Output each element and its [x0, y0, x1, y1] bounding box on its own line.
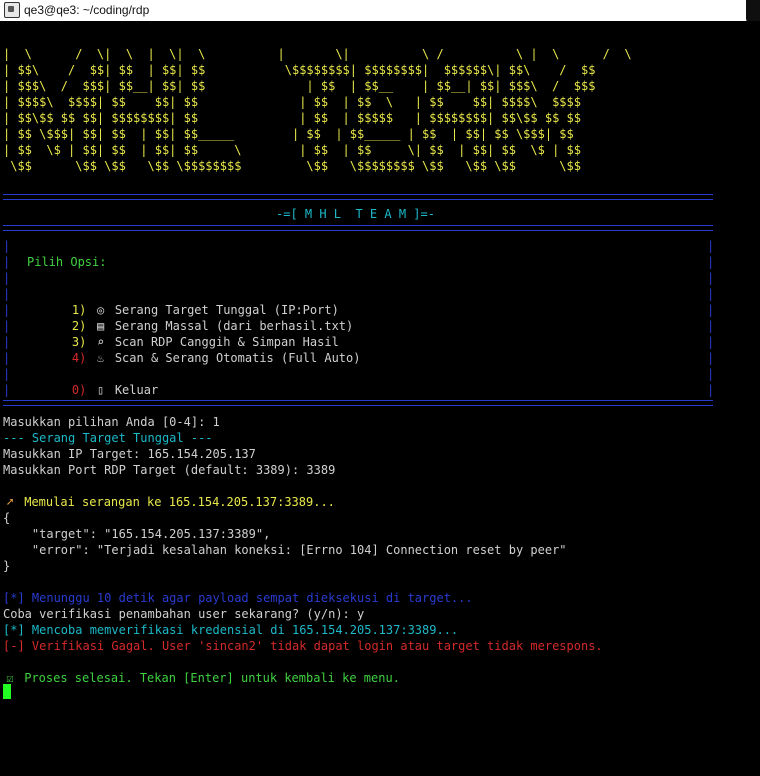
- json-close: }: [3, 559, 11, 573]
- menu-heading: Pilih Opsi:: [27, 255, 107, 269]
- banner-line: | $$ \$$$| $$| $$ | $$| $$_____ | $$ | $…: [3, 127, 574, 141]
- window-title: qe3@qe3: ~/coding/rdp: [24, 3, 150, 17]
- terminal-cursor: [3, 684, 11, 699]
- terminal-app-icon: [4, 2, 20, 18]
- banner-line: | $$$$\ $$$$| $$ $$| $$ | $$ | $$ \ | $$…: [3, 95, 581, 109]
- divider: [3, 400, 713, 406]
- menu-item[interactable]: 0) ▯ Keluar: [43, 366, 158, 414]
- divider: [3, 225, 713, 231]
- banner-line: | $$\ / $$| $$ | $$| $$ \$$$$$$$$| $$$$$…: [3, 63, 596, 77]
- exit-door-icon: ▯: [96, 383, 105, 397]
- section-header: --- Serang Target Tunggal ---: [3, 431, 213, 445]
- done-line: ☑ Proses selesai. Tekan [Enter] untuk ke…: [3, 670, 400, 686]
- menu-item-label: Scan & Serang Otomatis (Full Auto): [114, 351, 361, 365]
- banner-line: \$$ \$$ \$$ \$$ \$$$$$$$$ \$$ \$$$$$$$$ …: [3, 159, 581, 173]
- json-error: "error": "Terjadi kesalahan koneksi: [Er…: [3, 543, 567, 557]
- banner-line: | $$\$$ $$ $$| $$$$$$$$| $$ | $$ | $$$$$…: [3, 111, 581, 125]
- done-text: Proses selesai. Tekan [Enter] untuk kemb…: [24, 671, 400, 685]
- banner-line: | $$$\ / $$$| $$__| $$| $$ | $$ | $$__ |…: [3, 79, 596, 93]
- attack-start-line: ➚ Memulai serangan ke 165.154.205.137:33…: [3, 494, 335, 510]
- banner-line: | \ / \| \ | \| \ | \| \ / \ | \ / \: [3, 47, 632, 61]
- menu-item-number: 0): [71, 383, 87, 397]
- box-left-border: | | | | | | | | | |: [3, 239, 11, 397]
- rocket-icon: ➚: [6, 495, 14, 509]
- terminal-output[interactable]: | \ / \| \ | \| \ | \| \ / \ | \ / \ | $…: [0, 21, 760, 776]
- ip-prompt: Masukkan IP Target: 165.154.205.137: [3, 447, 256, 461]
- menu-item-number: 4): [71, 351, 87, 365]
- wait-message: [*] Menunggu 10 detik agar payload sempa…: [3, 591, 473, 605]
- window-titlebar: qe3@qe3: ~/coding/rdp: [0, 0, 760, 26]
- verify-prompt: Coba verifikasi penambahan user sekarang…: [3, 607, 365, 621]
- verify-attempt: [*] Mencoba memverifikasi kredensial di …: [3, 623, 459, 637]
- fire-icon: ♨: [96, 351, 105, 365]
- box-right-border: | | | | | | | | | |: [707, 239, 715, 397]
- attack-start-text: Memulai serangan ke 165.154.205.137:3389…: [24, 495, 335, 509]
- verify-fail: [-] Verifikasi Gagal. User 'sincan2' tid…: [3, 639, 603, 653]
- choice-prompt: Masukkan pilihan Anda [0-4]: 1: [3, 415, 220, 429]
- divider: [3, 194, 713, 200]
- banner-line: | $$ \$ | $$| $$ | $$| $$ \ | $$ | $$ \|…: [3, 143, 581, 157]
- json-target: "target": "165.154.205.137:3389",: [3, 527, 271, 541]
- menu-item-label: Keluar: [114, 383, 159, 397]
- team-title: -=[ M H L T E A M ]=-: [276, 207, 435, 221]
- json-open: {: [3, 511, 11, 525]
- port-prompt: Masukkan Port RDP Target (default: 3389)…: [3, 463, 336, 477]
